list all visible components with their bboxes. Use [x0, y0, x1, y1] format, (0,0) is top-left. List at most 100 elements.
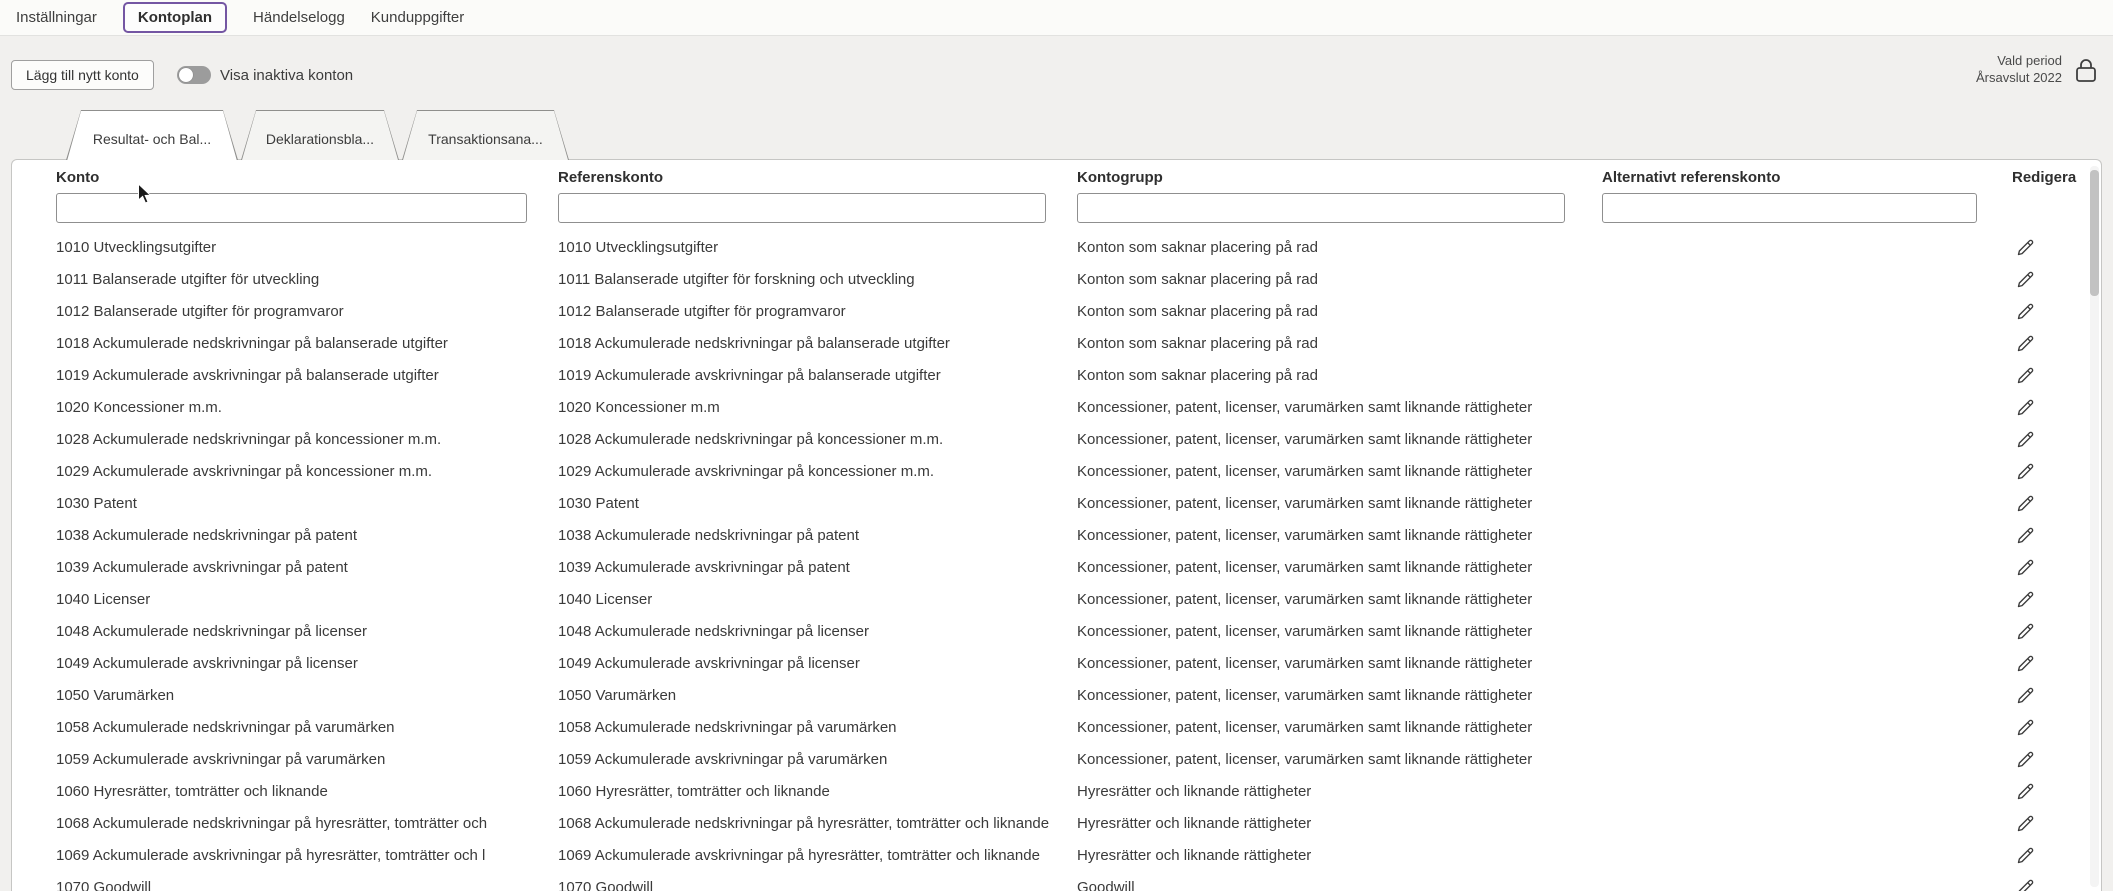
referenskonto-cell: 1020 Koncessioner m.m: [558, 399, 1077, 416]
edit-pencil-icon: [2015, 365, 2036, 386]
edit-pencil-icon: [2015, 717, 2036, 738]
scrollbar-thumb[interactable]: [2090, 170, 2099, 296]
table-row: 1012 Balanserade utgifter för programvar…: [12, 295, 2101, 327]
edit-cell: [1977, 586, 2077, 612]
edit-cell: [1977, 298, 2077, 324]
referenskonto-filter-input[interactable]: [558, 193, 1046, 223]
filter-row: [12, 193, 2101, 223]
nav-tab-installningar[interactable]: Inställningar: [16, 9, 97, 26]
edit-button[interactable]: [2012, 554, 2038, 580]
column-header-konto: Konto: [56, 169, 558, 190]
edit-cell: [1977, 842, 2077, 868]
kontogrupp-cell: Konton som saknar placering på rad: [1077, 335, 1602, 352]
nav-tab-kunduppgifter[interactable]: Kunduppgifter: [371, 9, 464, 26]
kontogrupp-cell: Koncessioner, patent, licenser, varumärk…: [1077, 463, 1602, 480]
konto-cell: 1050 Varumärken: [56, 687, 558, 704]
edit-button[interactable]: [2012, 618, 2038, 644]
edit-button[interactable]: [2012, 330, 2038, 356]
edit-button[interactable]: [2012, 298, 2038, 324]
account-rows: 1010 Utvecklingsutgifter 1010 Utveckling…: [12, 231, 2101, 891]
edit-pencil-icon: [2015, 653, 2036, 674]
tab-transaktionsanalys[interactable]: Transaktionsana...: [402, 110, 569, 160]
tab-deklarationsblanketter-label: Deklarationsbla...: [242, 111, 398, 160]
konto-cell: 1040 Licenser: [56, 591, 558, 608]
edit-button[interactable]: [2012, 522, 2038, 548]
konto-cell: 1039 Ackumulerade avskrivningar på paten…: [56, 559, 558, 576]
edit-cell: [1977, 394, 2077, 420]
edit-button[interactable]: [2012, 426, 2038, 452]
table-row: 1058 Ackumulerade nedskrivningar på varu…: [12, 711, 2101, 743]
edit-button[interactable]: [2012, 586, 2038, 612]
table-row: 1028 Ackumulerade nedskrivningar på konc…: [12, 423, 2101, 455]
edit-cell: [1977, 810, 2077, 836]
edit-cell: [1977, 778, 2077, 804]
konto-cell: 1010 Utvecklingsutgifter: [56, 239, 558, 256]
edit-pencil-icon: [2015, 589, 2036, 610]
konto-cell: 1012 Balanserade utgifter för programvar…: [56, 303, 558, 320]
edit-button[interactable]: [2012, 842, 2038, 868]
nav-tab-kontoplan[interactable]: Kontoplan: [123, 2, 227, 33]
kontogrupp-cell: Goodwill: [1077, 879, 1602, 891]
kontogrupp-cell: Koncessioner, patent, licenser, varumärk…: [1077, 495, 1602, 512]
konto-filter-input[interactable]: [56, 193, 527, 223]
konto-cell: 1048 Ackumulerade nedskrivningar på lice…: [56, 623, 558, 640]
konto-cell: 1019 Ackumulerade avskrivningar på balan…: [56, 367, 558, 384]
tab-resultat-och-balans[interactable]: Resultat- och Bal...: [66, 110, 238, 160]
kontogrupp-cell: Koncessioner, patent, licenser, varumärk…: [1077, 687, 1602, 704]
edit-cell: [1977, 554, 2077, 580]
referenskonto-cell: 1060 Hyresrätter, tomträtter och liknand…: [558, 783, 1077, 800]
kontogrupp-cell: Konton som saknar placering på rad: [1077, 239, 1602, 256]
edit-button[interactable]: [2012, 650, 2038, 676]
edit-button[interactable]: [2012, 266, 2038, 292]
konto-cell: 1070 Goodwill: [56, 879, 558, 891]
period-label: Vald period: [1976, 52, 2062, 69]
edit-button[interactable]: [2012, 394, 2038, 420]
referenskonto-cell: 1069 Ackumulerade avskrivningar på hyres…: [558, 847, 1077, 864]
edit-cell: [1977, 490, 2077, 516]
kontogrupp-cell: Koncessioner, patent, licenser, varumärk…: [1077, 527, 1602, 544]
referenskonto-cell: 1050 Varumärken: [558, 687, 1077, 704]
tab-deklarationsblanketter[interactable]: Deklarationsbla...: [241, 110, 399, 160]
referenskonto-cell: 1038 Ackumulerade nedskrivningar på pate…: [558, 527, 1077, 544]
kontogrupp-cell: Konton som saknar placering på rad: [1077, 303, 1602, 320]
edit-pencil-icon: [2015, 461, 2036, 482]
kontogrupp-cell: Hyresrätter och liknande rättigheter: [1077, 847, 1602, 864]
column-header-alt-referenskonto: Alternativt referenskonto: [1602, 169, 1977, 190]
column-header-redigera: Redigera: [1977, 169, 2077, 190]
konto-cell: 1038 Ackumulerade nedskrivningar på pate…: [56, 527, 558, 544]
konto-cell: 1068 Ackumulerade nedskrivningar på hyre…: [56, 815, 558, 832]
edit-pencil-icon: [2015, 813, 2036, 834]
edit-pencil-icon: [2015, 749, 2036, 770]
edit-pencil-icon: [2015, 397, 2036, 418]
table-row: 1011 Balanserade utgifter för utveckling…: [12, 263, 2101, 295]
edit-button[interactable]: [2012, 362, 2038, 388]
edit-pencil-icon: [2015, 237, 2036, 258]
edit-button[interactable]: [2012, 714, 2038, 740]
kontogrupp-cell: Koncessioner, patent, licenser, varumärk…: [1077, 719, 1602, 736]
edit-button[interactable]: [2012, 682, 2038, 708]
nav-tab-handelselogg[interactable]: Händelselogg: [253, 9, 345, 26]
referenskonto-cell: 1010 Utvecklingsutgifter: [558, 239, 1077, 256]
edit-button[interactable]: [2012, 874, 2038, 891]
edit-button[interactable]: [2012, 810, 2038, 836]
add-account-button[interactable]: Lägg till nytt konto: [11, 60, 154, 90]
show-inactive-toggle[interactable]: [177, 66, 211, 84]
edit-button[interactable]: [2012, 490, 2038, 516]
konto-cell: 1029 Ackumulerade avskrivningar på konce…: [56, 463, 558, 480]
konto-cell: 1028 Ackumulerade nedskrivningar på konc…: [56, 431, 558, 448]
edit-pencil-icon: [2015, 429, 2036, 450]
edit-cell: [1977, 362, 2077, 388]
edit-button[interactable]: [2012, 234, 2038, 260]
table-row: 1068 Ackumulerade nedskrivningar på hyre…: [12, 807, 2101, 839]
edit-button[interactable]: [2012, 778, 2038, 804]
edit-button[interactable]: [2012, 458, 2038, 484]
edit-cell: [1977, 746, 2077, 772]
alt-referenskonto-filter-input[interactable]: [1602, 193, 1977, 223]
kontogrupp-filter-input[interactable]: [1077, 193, 1565, 223]
vertical-scrollbar[interactable]: [2090, 166, 2099, 887]
referenskonto-cell: 1019 Ackumulerade avskrivningar på balan…: [558, 367, 1077, 384]
referenskonto-cell: 1070 Goodwill: [558, 879, 1077, 891]
edit-button[interactable]: [2012, 746, 2038, 772]
edit-cell: [1977, 874, 2077, 891]
edit-pencil-icon: [2015, 877, 2036, 891]
